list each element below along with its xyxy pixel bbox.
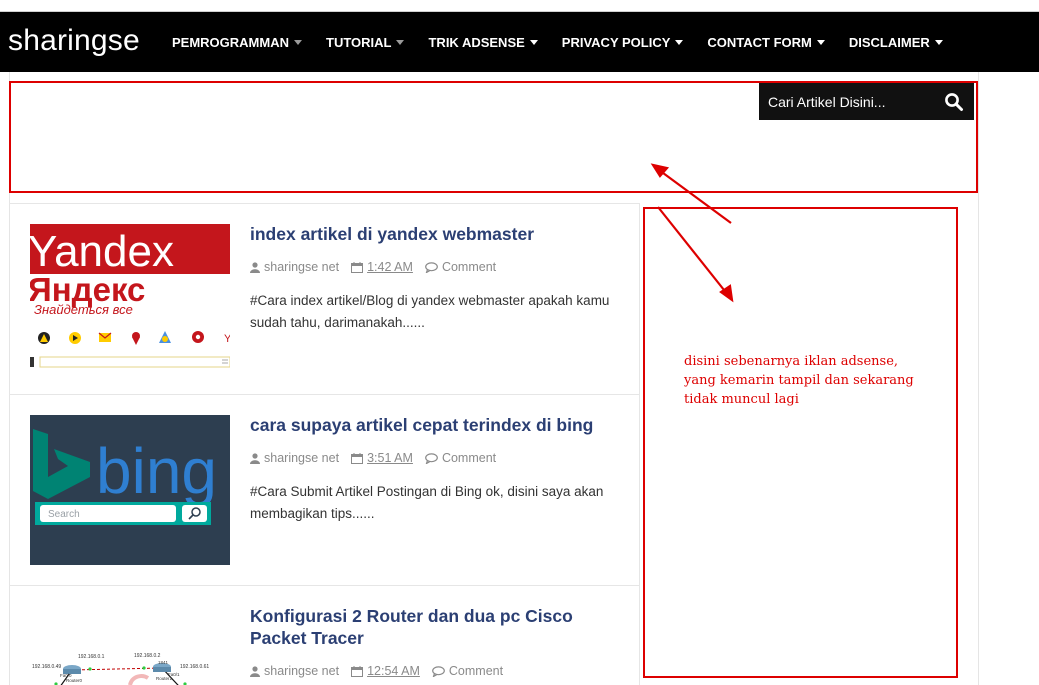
calendar-icon <box>351 261 364 273</box>
comment-icon <box>425 452 438 464</box>
topology-label: Router0 <box>66 678 83 683</box>
chevron-down-icon <box>396 39 405 45</box>
post-title[interactable]: index artikel di yandex webmaster <box>250 223 620 245</box>
post-author[interactable]: sharingse net <box>264 664 339 678</box>
bing-thumbnail-image: bing Search <box>30 415 230 565</box>
browser-top-strip <box>0 0 1039 12</box>
post-title[interactable]: cara supaya artikel cepat terindex di bi… <box>250 414 620 436</box>
comment-icon <box>425 261 438 273</box>
post-comment-link[interactable]: Comment <box>449 664 503 678</box>
site-header: sharingse PEMROGRAMMAN TUTORIAL TRIK ADS… <box>0 12 1039 72</box>
user-icon <box>250 452 260 464</box>
post-comment-link[interactable]: Comment <box>442 451 496 465</box>
cisco-topology-image: 192.168.0.1 192.168.0.2 192.168.0.49 192… <box>30 606 230 685</box>
topology-label: 192.168.0.2 <box>134 653 161 659</box>
post-excerpt: #Cara index artikel/Blog di yandex webma… <box>250 293 610 330</box>
topology-label: 192.168.0.1 <box>78 654 105 660</box>
post-excerpt: #Cara Submit Artikel Postingan di Bing o… <box>250 484 604 521</box>
post-comment-link[interactable]: Comment <box>442 260 496 274</box>
menu-item-tutorial[interactable]: TUTORIAL <box>326 34 405 50</box>
ad-placeholder-highlight-sidebar <box>643 207 958 678</box>
post-thumbnail-yandex[interactable]: Yandex Яндекс Знайдеться все Y <box>30 224 230 374</box>
menu-label: PEMROGRAMMAN <box>172 34 289 50</box>
post-meta: sharingse net 12:54 AM Comment <box>250 664 503 678</box>
menu-item-contact-form[interactable]: CONTACT FORM <box>707 34 825 50</box>
chevron-down-icon <box>529 39 538 45</box>
site-logo[interactable]: sharingse <box>8 24 140 58</box>
menu-label: TRIK ADSENSE <box>428 34 525 50</box>
calendar-icon <box>351 452 364 464</box>
menu-label: CONTACT FORM <box>707 34 812 50</box>
bing-search-placeholder: Search <box>48 509 80 520</box>
search-bar <box>759 83 974 120</box>
post-time[interactable]: 1:42 AM <box>367 260 413 274</box>
post-time[interactable]: 12:54 AM <box>367 664 420 678</box>
yandex-thumbnail-image: Yandex Яндекс Знайдеться все Y <box>30 224 230 374</box>
user-icon <box>250 665 260 677</box>
menu-item-trik-adsense[interactable]: TRIK ADSENSE <box>428 34 538 50</box>
post-thumbnail-bing[interactable]: bing Search <box>30 415 230 565</box>
post-item: bing Search cara supaya artikel cepat te… <box>9 395 639 586</box>
post-author[interactable]: sharingse net <box>264 260 339 274</box>
comment-icon <box>431 665 445 677</box>
calendar-icon <box>351 665 364 677</box>
post-meta: sharingse net 1:42 AM Comment <box>250 260 496 274</box>
main-menu: PEMROGRAMMAN TUTORIAL TRIK ADSENSE PRIVA… <box>172 12 967 72</box>
search-input[interactable] <box>768 93 938 110</box>
menu-label: TUTORIAL <box>326 34 392 50</box>
topology-label: 192.168.0.61 <box>180 664 209 670</box>
svg-text:Y: Y <box>224 333 230 345</box>
topology-label: Fa0/0 <box>60 673 72 678</box>
post-thumbnail-cisco[interactable]: 192.168.0.1 192.168.0.2 192.168.0.49 192… <box>30 606 230 685</box>
search-icon[interactable] <box>944 92 964 112</box>
post-item: 192.168.0.1 192.168.0.2 192.168.0.49 192… <box>9 586 639 685</box>
chevron-down-icon <box>816 39 825 45</box>
annotation-note: disini sebenarnya iklan adsense, yang ke… <box>684 354 914 407</box>
menu-item-pemrogramman[interactable]: PEMROGRAMMAN <box>172 35 302 50</box>
topology-label: 192.168.0.49 <box>32 664 61 670</box>
yandex-tagline: Знайдеться все <box>34 302 133 317</box>
post-time[interactable]: 3:51 AM <box>367 451 413 465</box>
post-item: Yandex Яндекс Знайдеться все Y index art… <box>9 204 639 395</box>
bing-brand-text: bing <box>96 435 217 507</box>
post-meta: sharingse net 3:51 AM Comment <box>250 451 496 465</box>
post-title[interactable]: Konfigurasi 2 Router dan dua pc Cisco Pa… <box>250 605 620 649</box>
user-icon <box>250 261 260 273</box>
chevron-down-icon <box>675 39 684 45</box>
yandex-brand-text: Yandex <box>30 227 174 276</box>
chevron-down-icon <box>294 39 302 45</box>
topology-label: Fa0/1 <box>168 672 180 677</box>
chevron-down-icon <box>934 39 943 45</box>
menu-item-privacy-policy[interactable]: PRIVACY POLICY <box>562 35 684 50</box>
column-divider <box>639 203 640 685</box>
menu-label: PRIVACY POLICY <box>561 34 671 50</box>
menu-item-disclaimer[interactable]: DISCLAIMER <box>849 35 943 50</box>
menu-label: DISCLAIMER <box>848 34 930 50</box>
post-author[interactable]: sharingse net <box>264 451 339 465</box>
topology-label: 1841 <box>158 660 169 665</box>
